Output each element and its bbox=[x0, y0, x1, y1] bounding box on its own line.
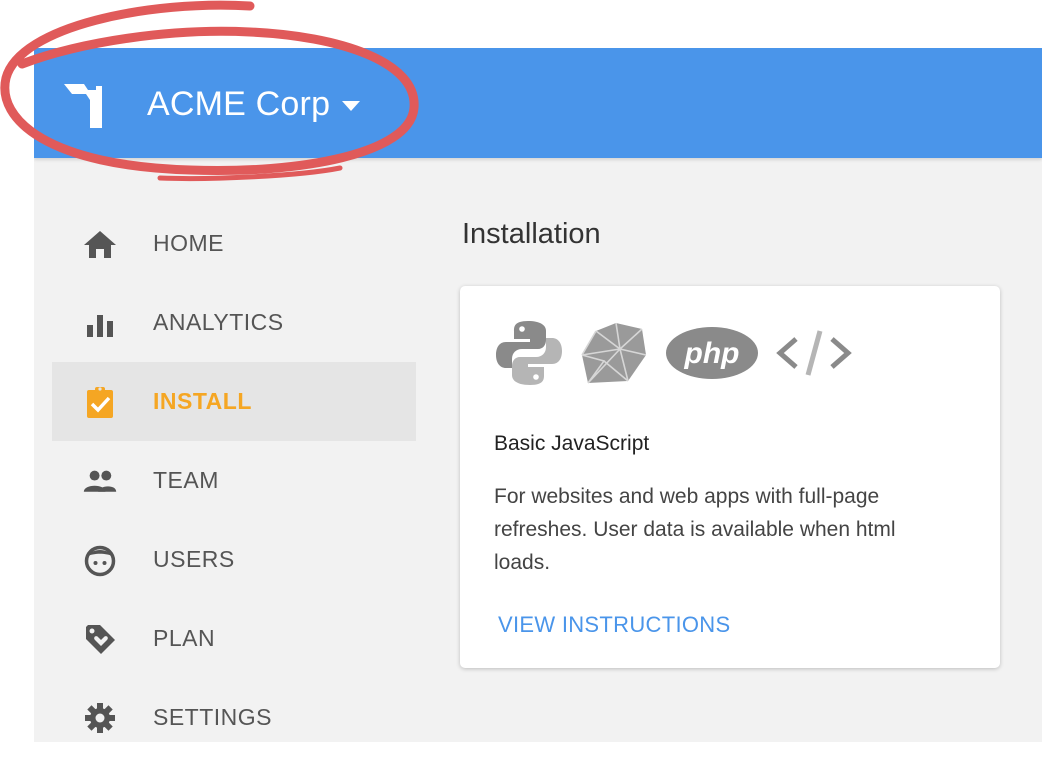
home-icon bbox=[82, 226, 118, 262]
sidebar-item-team[interactable]: TEAM bbox=[52, 441, 416, 520]
org-name: ACME Corp bbox=[147, 84, 331, 123]
page-title: Installation bbox=[462, 218, 601, 250]
sidebar-item-analytics[interactable]: ANALYTICS bbox=[52, 283, 416, 362]
sidebar-item-settings[interactable]: SETTINGS bbox=[52, 678, 416, 742]
gear-icon bbox=[82, 700, 118, 736]
sidebar-item-label: ANALYTICS bbox=[153, 309, 284, 335]
sidebar-item-plan[interactable]: PLAN bbox=[52, 599, 416, 678]
sidebar-item-label: INSTALL bbox=[153, 388, 252, 414]
sidebar-item-label: TEAM bbox=[153, 467, 219, 493]
sidebar: HOME ANALYTICS INSTALL TEAM USERS PLAN S… bbox=[52, 204, 416, 742]
card-description: For websites and web apps with full-page… bbox=[494, 485, 896, 574]
sidebar-item-install[interactable]: INSTALL bbox=[52, 362, 416, 441]
sidebar-item-label: HOME bbox=[153, 230, 224, 256]
code-icon bbox=[776, 330, 852, 376]
php-icon: php bbox=[666, 327, 758, 379]
caret-down-icon bbox=[342, 101, 361, 111]
python-icon bbox=[496, 321, 562, 385]
install-option-card: php Basic JavaScript For websites and we… bbox=[460, 286, 1000, 668]
people-icon bbox=[82, 463, 118, 499]
sidebar-item-label: PLAN bbox=[153, 625, 216, 651]
sidebar-item-label: USERS bbox=[153, 546, 235, 572]
sidebar-item-home[interactable]: HOME bbox=[52, 204, 416, 283]
top-bar: ACME Corp bbox=[34, 48, 1042, 158]
face-icon bbox=[82, 542, 118, 578]
card-title: Basic JavaScript bbox=[494, 432, 650, 455]
tag-heart-icon bbox=[82, 621, 118, 657]
org-switcher[interactable]: ACME Corp bbox=[147, 81, 361, 127]
clipboard-check-icon bbox=[82, 384, 118, 420]
view-instructions-link[interactable]: VIEW INSTRUCTIONS bbox=[498, 612, 730, 638]
php-label: php bbox=[684, 337, 740, 370]
sidebar-item-label: SETTINGS bbox=[153, 704, 273, 730]
flag-icon[interactable] bbox=[62, 80, 112, 128]
sidebar-item-users[interactable]: USERS bbox=[52, 520, 416, 599]
language-icons: php bbox=[494, 318, 868, 388]
ruby-icon bbox=[581, 322, 647, 384]
app-window: ACME Corp HOME ANALYTICS INSTALL TEAM US… bbox=[34, 48, 1042, 742]
bar-chart-icon bbox=[82, 305, 118, 341]
